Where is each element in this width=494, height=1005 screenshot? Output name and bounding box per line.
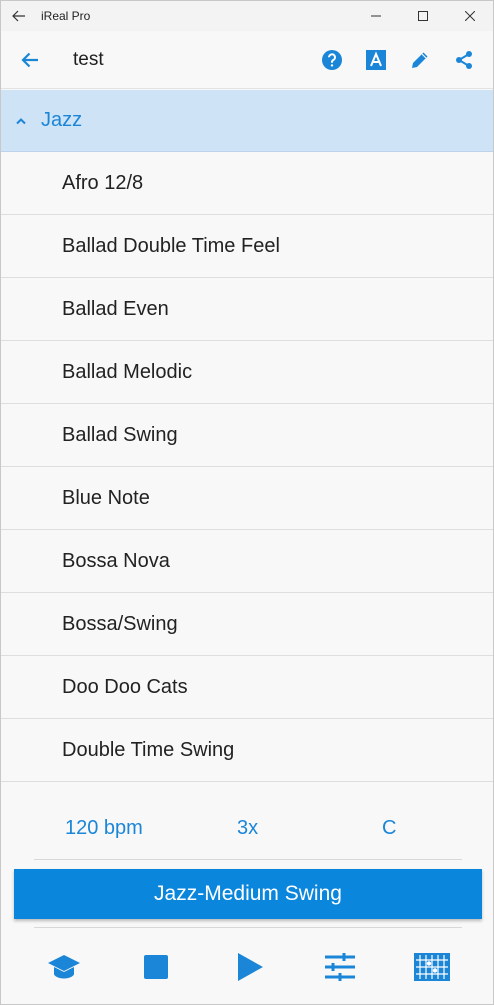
mixer-button[interactable]	[322, 949, 358, 985]
list-item[interactable]: Bossa/Swing	[1, 593, 493, 656]
stop-button[interactable]	[138, 949, 174, 985]
share-icon	[456, 51, 472, 69]
back-button[interactable]	[15, 47, 45, 73]
window-titlebar: iReal Pro	[1, 1, 493, 31]
list-item[interactable]: Doo Doo Cats	[1, 656, 493, 719]
list-item[interactable]: Ballad Melodic	[1, 341, 493, 404]
font-icon	[366, 50, 386, 70]
edit-icon	[412, 52, 428, 68]
playback-settings: 120 bpm 3x C	[1, 795, 493, 861]
group-header-jazz[interactable]: Jazz	[1, 90, 493, 152]
tempo-setting[interactable]: 120 bpm	[65, 817, 143, 840]
window-title: iReal Pro	[41, 9, 91, 23]
close-icon	[464, 11, 475, 21]
divider	[34, 859, 462, 860]
style-list[interactable]: Afro 12/8 Ballad Double Time Feel Ballad…	[1, 152, 493, 795]
play-button[interactable]	[232, 949, 268, 985]
list-item[interactable]: Ballad Even	[1, 278, 493, 341]
page-title: test	[73, 49, 104, 70]
app-bar: test	[1, 31, 493, 89]
help-button[interactable]	[319, 47, 345, 73]
chevron-up-icon	[13, 113, 29, 129]
share-button[interactable]	[451, 47, 477, 73]
divider	[34, 927, 462, 928]
group-label: Jazz	[41, 109, 83, 131]
list-item[interactable]: Afro 12/8	[1, 152, 493, 215]
list-item[interactable]: Blue Note	[1, 467, 493, 530]
close-button[interactable]	[446, 1, 493, 31]
stop-icon	[144, 955, 168, 979]
key-setting[interactable]: C	[382, 817, 396, 840]
maximize-icon	[417, 11, 428, 21]
graduation-cap-icon	[48, 955, 80, 979]
mixer-sliders-icon	[325, 953, 355, 981]
list-item[interactable]: Double Time Swing	[1, 719, 493, 782]
list-item[interactable]: Ballad Double Time Feel	[1, 215, 493, 278]
maximize-button[interactable]	[399, 1, 446, 31]
play-icon	[238, 953, 263, 981]
minimize-icon	[370, 15, 381, 17]
arrow-left-icon	[21, 52, 38, 68]
minimize-button[interactable]	[352, 1, 399, 31]
edit-button[interactable]	[407, 47, 433, 73]
font-button[interactable]	[363, 47, 389, 73]
fretboard-icon	[414, 953, 450, 981]
repeats-setting[interactable]: 3x	[237, 817, 258, 840]
list-item[interactable]: Ballad Swing	[1, 404, 493, 467]
window-back-button[interactable]	[1, 1, 37, 31]
window-controls	[352, 1, 493, 31]
arrow-left-icon	[12, 10, 25, 22]
style-select-button[interactable]: Jazz-Medium Swing	[14, 869, 482, 919]
fretboard-button[interactable]	[414, 949, 450, 985]
bottom-toolbar	[1, 931, 493, 1005]
list-item[interactable]: Bossa Nova	[1, 530, 493, 593]
help-icon	[322, 50, 342, 70]
app-window: iReal Pro test Jazz Afro 12/8 Ballad Dou…	[0, 0, 494, 1005]
practice-button[interactable]	[46, 949, 82, 985]
